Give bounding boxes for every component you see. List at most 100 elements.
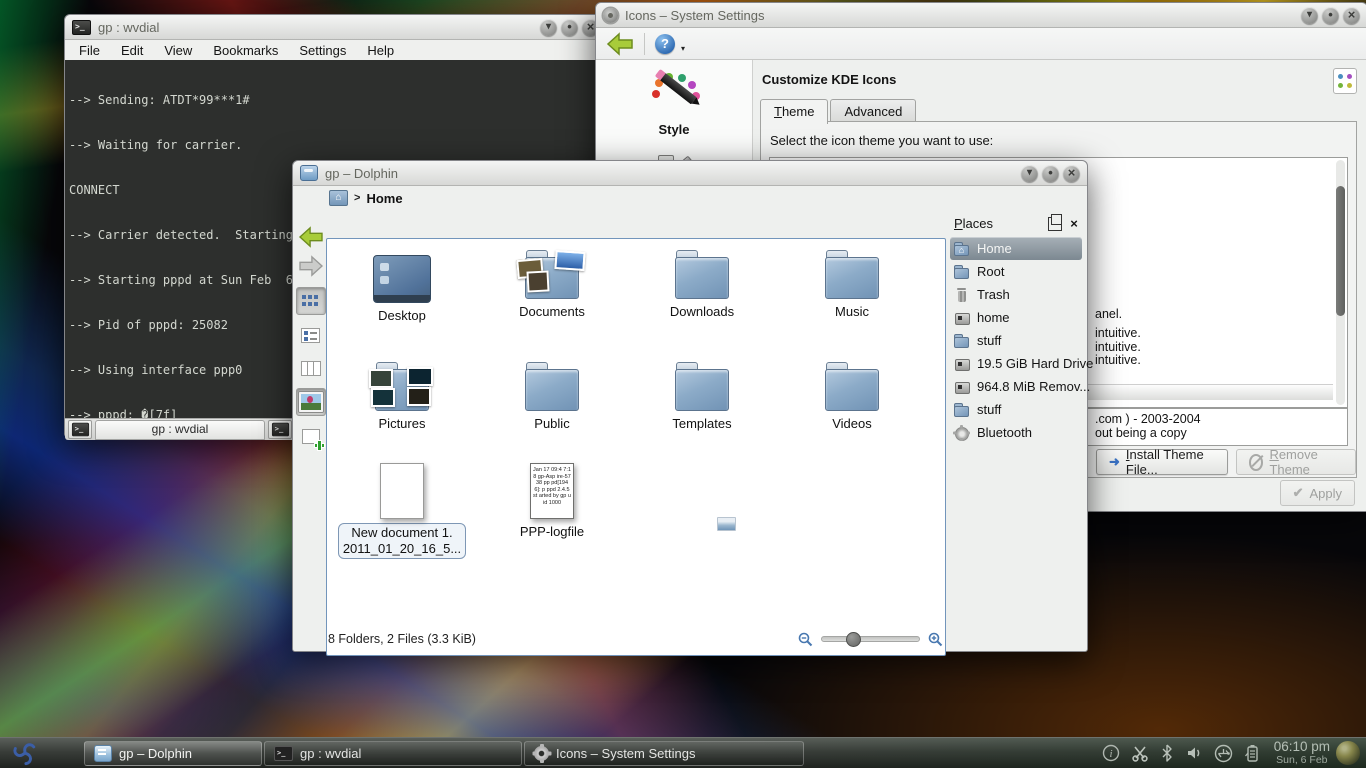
- file-item[interactable]: Jan 17 09:4 7:18 gp-Asp ire-5738 pp pd[1…: [482, 457, 622, 539]
- theme-list-text: anel.: [1095, 307, 1122, 321]
- dolphin-titlebar[interactable]: gp – Dolphin: [293, 161, 1087, 186]
- text-preview-icon: Jan 17 09:4 7:18 gp-Asp ire-5738 pp pd[1…: [530, 463, 574, 519]
- folder-item[interactable]: Downloads: [632, 247, 772, 319]
- minimize-button[interactable]: [540, 19, 557, 36]
- places-item-home-drive[interactable]: home: [950, 306, 1082, 329]
- folder-item[interactable]: Desktop: [332, 247, 472, 323]
- dolphin-statusbar: 8 Folders, 2 Files (3.3 KiB): [293, 628, 1087, 650]
- start-menu-button[interactable]: [10, 739, 40, 767]
- home-folder-icon: [954, 242, 970, 256]
- style-icon[interactable]: [646, 70, 702, 120]
- preview-button[interactable]: [296, 388, 326, 416]
- system-tray: i: [1094, 744, 1268, 763]
- task-dolphin[interactable]: gp – Dolphin: [84, 741, 262, 766]
- folder-item[interactable]: Public: [482, 359, 622, 431]
- details-view-button[interactable]: [297, 322, 325, 348]
- bluetooth-icon[interactable]: [1160, 744, 1174, 762]
- menu-settings[interactable]: Settings: [299, 43, 346, 58]
- folder-item[interactable]: Music: [782, 247, 922, 319]
- remove-theme-button[interactable]: Remove Theme: [1236, 449, 1356, 475]
- help-icon[interactable]: ?: [655, 34, 675, 54]
- scrollbar[interactable]: [1336, 160, 1345, 405]
- new-tab-button[interactable]: >_: [68, 420, 92, 439]
- pictures-folder-icon: [375, 369, 429, 411]
- taskbar: gp – Dolphin >_ gp : wvdial Icons – Syst…: [0, 737, 1366, 768]
- chevron-down-icon[interactable]: ▾: [681, 44, 685, 53]
- terminal-tab[interactable]: gp : wvdial: [95, 420, 265, 440]
- trash-icon: [954, 288, 970, 302]
- zoom-slider-handle[interactable]: [846, 632, 861, 647]
- panel-cashew-icon[interactable]: [1336, 741, 1360, 765]
- forward-button[interactable]: [298, 255, 324, 277]
- folder-icon: [954, 403, 970, 417]
- music-folder-icon: [825, 257, 879, 299]
- float-panel-icon[interactable]: [1048, 217, 1062, 231]
- terminal-titlebar[interactable]: >_ gp : wvdial: [65, 15, 606, 40]
- settings-tabs: Theme Advanced: [760, 99, 918, 123]
- terminal-title: gp : wvdial: [98, 20, 533, 35]
- menu-view[interactable]: View: [164, 43, 192, 58]
- places-item-bluetooth[interactable]: Bluetooth: [950, 421, 1082, 444]
- places-item-trash[interactable]: Trash: [950, 283, 1082, 306]
- places-item-root[interactable]: Root: [950, 260, 1082, 283]
- install-theme-button[interactable]: ➜ Install Theme File...: [1096, 449, 1228, 475]
- volume-icon[interactable]: [1185, 744, 1203, 762]
- menu-file[interactable]: File: [79, 43, 100, 58]
- places-item-home[interactable]: Home: [950, 237, 1082, 260]
- close-button[interactable]: [1343, 7, 1360, 24]
- settings-titlebar[interactable]: Icons – System Settings: [596, 3, 1366, 28]
- theme-prompt: Select the icon theme you want to use:: [761, 122, 1356, 148]
- close-panel-icon[interactable]: ×: [1068, 218, 1080, 230]
- maximize-button[interactable]: [1322, 7, 1339, 24]
- zoom-out-icon[interactable]: [798, 632, 813, 647]
- maximize-button[interactable]: [561, 19, 578, 36]
- battery-icon[interactable]: [1244, 744, 1260, 763]
- close-button[interactable]: [1063, 165, 1080, 182]
- klipper-scissors-icon[interactable]: [1131, 744, 1149, 762]
- file-item-selected[interactable]: New document 1. 2011_01_20_16_5...: [332, 457, 472, 559]
- folder-item[interactable]: Documents: [482, 247, 622, 319]
- desktop-folder-icon: [373, 255, 431, 303]
- back-button[interactable]: [606, 32, 634, 56]
- split-view-button[interactable]: [297, 423, 325, 449]
- places-item-stuff[interactable]: stuff: [950, 329, 1082, 352]
- places-item-stuff2[interactable]: stuff: [950, 398, 1082, 421]
- menu-bookmarks[interactable]: Bookmarks: [213, 43, 278, 58]
- zoom-slider[interactable]: [821, 636, 920, 642]
- tab-theme[interactable]: Theme: [760, 99, 828, 124]
- terminal-icon: >_: [71, 423, 88, 437]
- columns-view-button[interactable]: [297, 355, 325, 381]
- menu-edit[interactable]: Edit: [121, 43, 143, 58]
- hard-drive-icon: [954, 311, 970, 325]
- menu-help[interactable]: Help: [367, 43, 394, 58]
- apply-button[interactable]: ✔ Apply: [1280, 480, 1355, 506]
- breadcrumb-home[interactable]: Home: [366, 191, 402, 206]
- places-item-removable[interactable]: 964.8 MiB Remov...: [950, 375, 1082, 398]
- folder-item[interactable]: Templates: [632, 359, 772, 431]
- folder-item[interactable]: Pictures: [332, 359, 472, 431]
- folder-item[interactable]: Videos: [782, 359, 922, 431]
- back-button[interactable]: [298, 226, 324, 248]
- public-folder-icon: [525, 369, 579, 411]
- close-tab-button[interactable]: >_: [268, 420, 292, 439]
- breadcrumb: ⌂ > Home: [329, 190, 403, 206]
- tab-advanced[interactable]: Advanced: [830, 99, 916, 123]
- task-wvdial[interactable]: >_ gp : wvdial: [264, 741, 522, 766]
- usb-device-icon[interactable]: [1214, 744, 1233, 763]
- info-icon[interactable]: i: [1102, 744, 1120, 762]
- task-system-settings[interactable]: Icons – System Settings: [524, 741, 804, 766]
- file-view[interactable]: Desktop Documents Downloads: [326, 238, 946, 656]
- places-item-hard-drive[interactable]: 19.5 GiB Hard Drive: [950, 352, 1082, 375]
- sidebar-item-style[interactable]: Style: [596, 122, 752, 137]
- scrollbar-thumb[interactable]: [1336, 186, 1345, 316]
- folder-icon: [954, 334, 970, 348]
- documents-folder-icon: [525, 257, 579, 299]
- clock[interactable]: 06:10 pm Sun, 6 Feb: [1274, 740, 1330, 766]
- icons-view-button[interactable]: [296, 287, 326, 315]
- terminal-menubar: File Edit View Bookmarks Settings Help: [65, 40, 606, 60]
- minimize-button[interactable]: [1021, 165, 1038, 182]
- zoom-in-icon[interactable]: [928, 632, 943, 647]
- minimize-button[interactable]: [1301, 7, 1318, 24]
- home-folder-icon[interactable]: ⌂: [329, 190, 348, 206]
- maximize-button[interactable]: [1042, 165, 1059, 182]
